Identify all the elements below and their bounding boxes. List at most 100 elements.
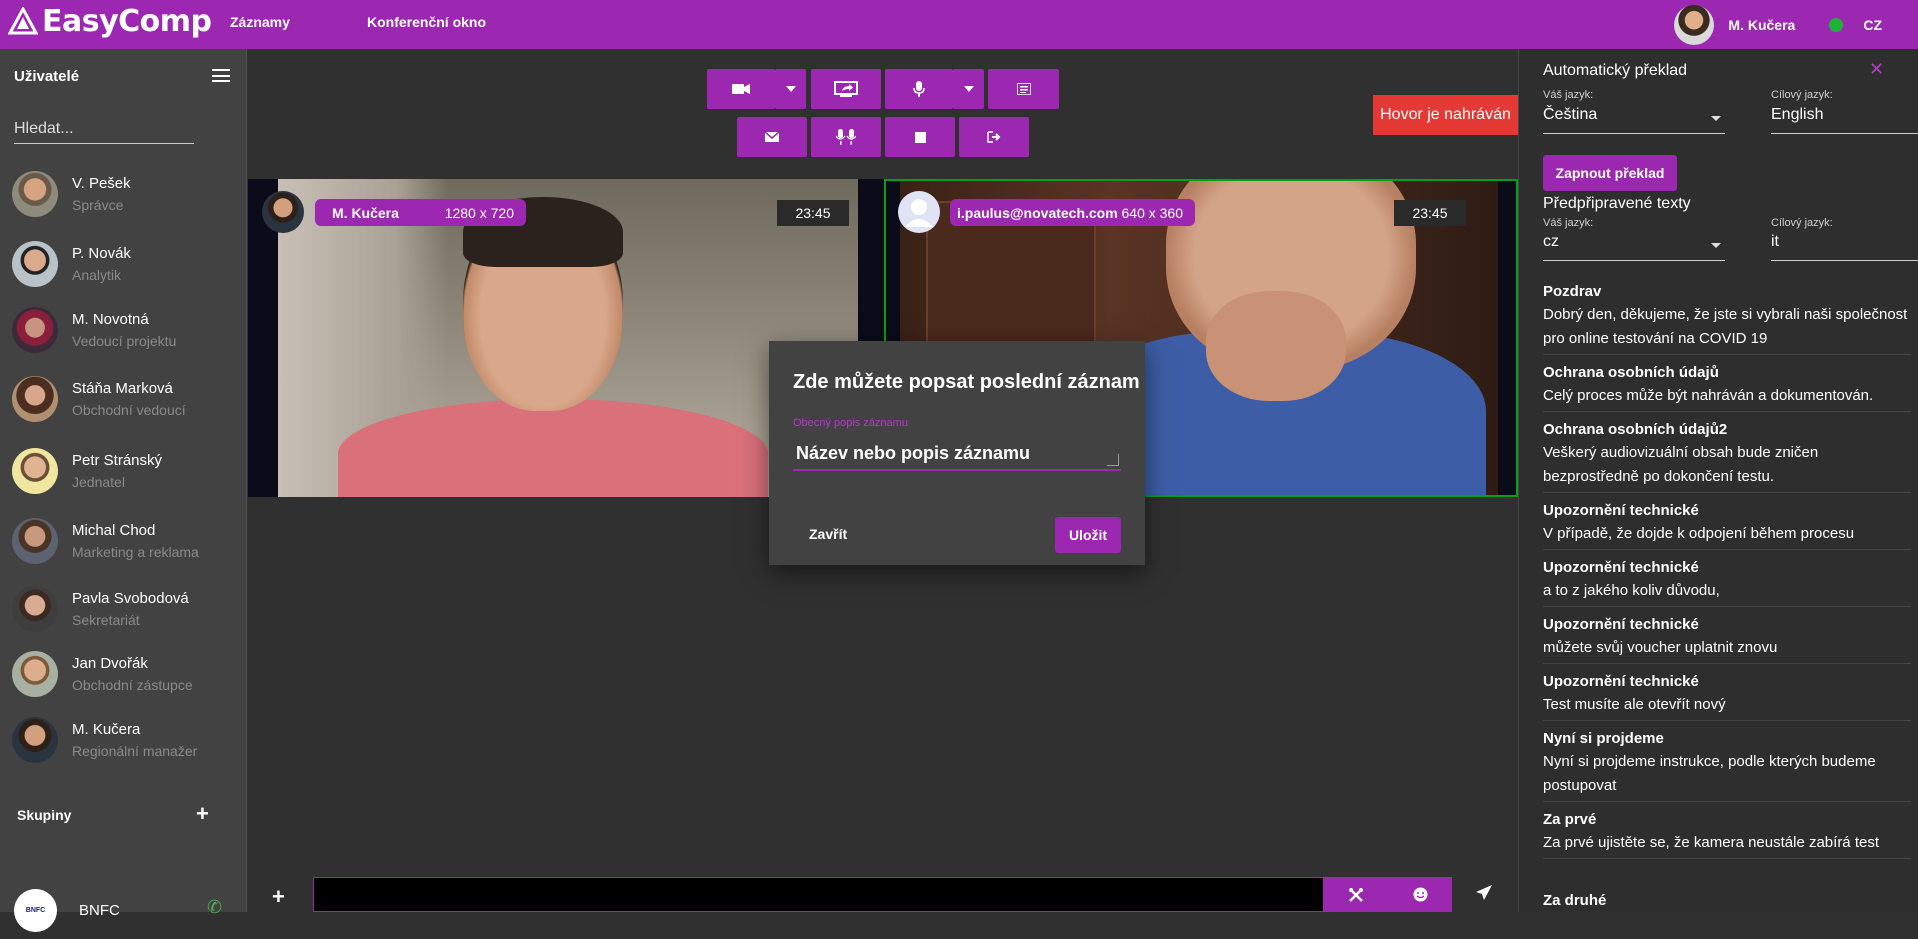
stop-recording-button[interactable] [885, 117, 955, 157]
tools-icon [1349, 887, 1363, 902]
nav-records[interactable]: Záznamy [230, 14, 290, 30]
group-name: BNFC [79, 902, 120, 919]
video-resolution: 640 x 360 [1121, 204, 1184, 221]
contact-name: Stáňa Marková [72, 380, 173, 397]
contact-item[interactable]: M. Kučera Regionální manažer [12, 713, 242, 769]
exit-icon [987, 131, 1001, 143]
contact-name: M. Kučera [72, 721, 141, 738]
prepared-your-language-select[interactable]: cz [1543, 233, 1725, 261]
contact-role: Regionální manažer [72, 743, 198, 759]
screen-share-button[interactable] [811, 69, 881, 109]
add-attachment-button[interactable]: + [272, 884, 285, 910]
phrase-item[interactable]: Upozornění technické Test musíte ale ote… [1543, 671, 1911, 721]
phrase-item[interactable]: Za druhé [1543, 890, 1911, 915]
sidebar: Uživatelé V. Pešek Správce P. Novák Anal… [0, 49, 247, 932]
mic-group-icon [836, 129, 856, 145]
add-group-button[interactable]: + [196, 801, 209, 827]
phrase-text: Test musíte ale otevřít nový [1543, 696, 1726, 713]
current-user-name: M. Kučera [1728, 16, 1796, 33]
chevron-down-icon [785, 86, 796, 92]
list-icon [1016, 83, 1031, 95]
chevron-down-icon [1711, 116, 1721, 121]
language-switch[interactable]: CZ [1863, 17, 1882, 33]
phrase-heading: Za druhé [1543, 892, 1607, 909]
phrase-text: Dobrý den, děkujeme, že jste si vybrali … [1543, 306, 1908, 347]
contact-role: Jednatel [72, 474, 125, 490]
avatar [12, 717, 58, 763]
phone-icon[interactable]: ✆ [207, 897, 222, 918]
camera-button[interactable] [707, 69, 775, 109]
camera-options-button[interactable] [775, 69, 806, 109]
phrase-item[interactable]: Nyní si projdeme Nyní si projdeme instru… [1543, 728, 1911, 802]
group-logo: BNFC [14, 889, 57, 932]
avatar [12, 376, 58, 422]
close-icon[interactable]: ✕ [1869, 59, 1884, 80]
panel-title: Automatický překlad [1543, 62, 1688, 79]
contact-item[interactable]: Michal Chod Marketing a reklama [12, 514, 242, 570]
contact-item[interactable]: Stáňa Marková Obchodní vedoucí [12, 372, 242, 428]
menu-icon[interactable] [212, 69, 230, 82]
avatar [1674, 4, 1715, 45]
prepared-target-language-select[interactable]: it [1771, 233, 1918, 261]
contact-item[interactable]: Pavla Svobodová Sekretariát [12, 582, 242, 638]
chat-input[interactable] [313, 877, 1324, 912]
mail-icon [765, 132, 779, 142]
video-label: M. Kučera 1280 x 720 [315, 199, 526, 226]
contact-item[interactable]: P. Novák Analytik [12, 237, 242, 293]
contact-name: Petr Stránský [72, 452, 163, 469]
email-button[interactable] [737, 117, 807, 157]
avatar [12, 307, 58, 353]
status-indicator [1829, 17, 1844, 32]
phrase-item[interactable]: Ochrana osobních údajů Celý proces může … [1543, 362, 1911, 412]
microphone-icon [913, 81, 925, 97]
phrase-item[interactable]: Upozornění technické můžete svůj voucher… [1543, 614, 1911, 664]
group-item[interactable]: BNFC BNFC ✆ [14, 889, 244, 939]
avatar [898, 191, 940, 233]
app-logo[interactable]: EasyComp [8, 4, 212, 39]
contact-role: Správce [72, 197, 124, 213]
record-description-field[interactable]: Název nebo popis záznamu [793, 441, 1121, 471]
contact-name: P. Novák [72, 245, 131, 262]
phrase-text: a to z jakého koliv důvodu, [1543, 582, 1720, 599]
phrase-item[interactable]: Upozornění technické a to z jakého koliv… [1543, 557, 1911, 607]
resize-handle-icon[interactable] [1107, 454, 1119, 466]
phrase-item[interactable]: Za prvé Za prvé ujistěte se, že kamera n… [1543, 809, 1911, 859]
smiley-icon [1413, 887, 1427, 902]
emoji-button[interactable] [1388, 877, 1452, 912]
avatar [12, 171, 58, 217]
phrase-item[interactable]: Pozdrav Dobrý den, děkujeme, že jste si … [1543, 281, 1911, 355]
send-button[interactable] [1476, 885, 1492, 906]
search-input[interactable] [14, 115, 194, 144]
target-language-select[interactable]: English [1771, 106, 1918, 134]
contact-item[interactable]: M. Novotná Vedoucí projektu [12, 303, 242, 359]
recording-indicator: Hovor je nahráván [1373, 95, 1518, 135]
microphone-button[interactable] [885, 69, 953, 109]
phrase-item[interactable]: Ochrana osobních údajů2 Veškerý audioviz… [1543, 419, 1911, 493]
chat-list-button[interactable] [988, 69, 1059, 109]
tools-button[interactable] [1324, 877, 1388, 912]
microphone-options-button[interactable] [953, 69, 984, 109]
avatar [262, 191, 304, 233]
contact-role: Obchodní vedoucí [72, 402, 186, 418]
translation-panel: Automatický překlad ✕ Váš jazyk: Cílový … [1518, 49, 1918, 912]
close-button[interactable]: Zavřít [809, 526, 847, 542]
user-menu[interactable]: M. Kučera CZ [1674, 0, 1918, 49]
phrase-item[interactable]: Upozornění technické V případě, že dojde… [1543, 500, 1911, 550]
screen-share-icon [834, 81, 858, 97]
prepared-your-language-value: cz [1543, 233, 1559, 250]
contact-item[interactable]: Petr Stránský Jednatel [12, 444, 242, 500]
nav-conference[interactable]: Konferenční okno [367, 14, 486, 30]
mute-all-button[interactable] [811, 117, 881, 157]
contact-item[interactable]: Jan Dvořák Obchodní zástupce [12, 647, 242, 703]
save-button[interactable]: Uložit [1055, 517, 1121, 553]
contact-item[interactable]: V. Pešek Správce [12, 167, 242, 223]
target-language-label: Cílový jazyk: [1771, 217, 1833, 229]
phrase-text: Za prvé ujistěte se, že kamera neustále … [1543, 834, 1879, 851]
chevron-down-icon [1711, 243, 1721, 248]
leave-call-button[interactable] [959, 117, 1029, 157]
enable-translation-button[interactable]: Zapnout překlad [1543, 155, 1677, 191]
your-language-select[interactable]: Čeština [1543, 106, 1725, 134]
contact-name: V. Pešek [72, 175, 131, 192]
phrase-text: můžete svůj voucher uplatnit znovu [1543, 639, 1778, 656]
avatar [12, 586, 58, 632]
